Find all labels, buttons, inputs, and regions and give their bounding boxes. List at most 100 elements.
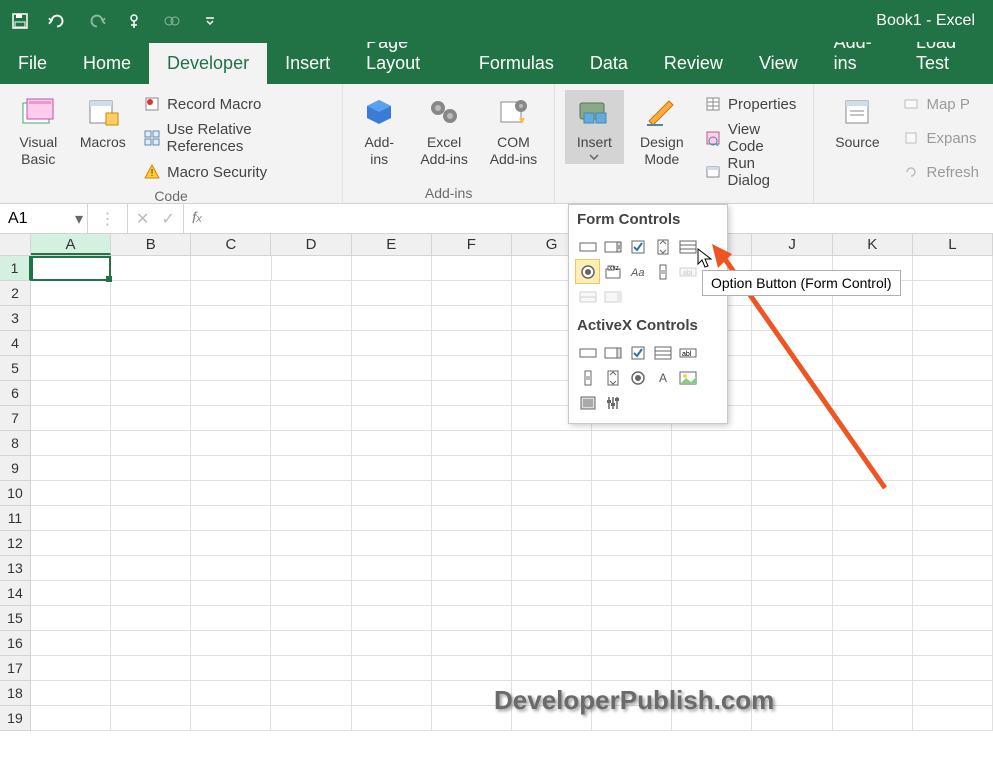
row-header[interactable]: 16 (0, 631, 31, 656)
cell[interactable] (913, 556, 993, 581)
cell[interactable] (432, 506, 512, 531)
cell[interactable] (191, 406, 271, 431)
combobox-form-control[interactable] (600, 234, 625, 259)
column-header[interactable]: J (752, 234, 832, 255)
tab-formulas[interactable]: Formulas (461, 43, 572, 84)
cell[interactable] (592, 606, 672, 631)
cell[interactable] (31, 381, 111, 406)
cell[interactable] (271, 481, 351, 506)
cell[interactable] (752, 381, 832, 406)
cell[interactable] (191, 656, 271, 681)
tab-insert[interactable]: Insert (267, 43, 348, 84)
cell[interactable] (31, 581, 111, 606)
cell[interactable] (512, 431, 592, 456)
cell[interactable] (752, 631, 832, 656)
cell[interactable] (271, 681, 351, 706)
cell[interactable] (191, 456, 271, 481)
row-header[interactable]: 3 (0, 306, 31, 331)
cell[interactable] (111, 631, 191, 656)
cell[interactable] (191, 531, 271, 556)
cell[interactable] (752, 481, 832, 506)
cell[interactable] (191, 331, 271, 356)
cell[interactable] (271, 606, 351, 631)
undo-icon[interactable] (48, 11, 68, 31)
cell[interactable] (111, 331, 191, 356)
cell[interactable] (592, 581, 672, 606)
cell[interactable] (913, 406, 993, 431)
cell[interactable] (913, 356, 993, 381)
cell[interactable] (352, 306, 432, 331)
row-header[interactable]: 9 (0, 456, 31, 481)
cell[interactable] (271, 456, 351, 481)
cell[interactable] (31, 656, 111, 681)
cell[interactable] (432, 306, 512, 331)
cell[interactable] (352, 656, 432, 681)
cell[interactable] (432, 631, 512, 656)
cell[interactable] (833, 656, 913, 681)
cell[interactable] (913, 606, 993, 631)
cell[interactable] (432, 456, 512, 481)
cell[interactable] (592, 531, 672, 556)
cell[interactable] (191, 506, 271, 531)
cell[interactable] (271, 506, 351, 531)
cell[interactable] (833, 506, 913, 531)
cell[interactable] (271, 356, 351, 381)
row-header[interactable]: 13 (0, 556, 31, 581)
cell[interactable] (31, 456, 111, 481)
cell[interactable] (352, 281, 432, 306)
cell[interactable] (271, 406, 351, 431)
cell[interactable] (352, 531, 432, 556)
combobox-activex[interactable] (600, 340, 625, 365)
cell[interactable] (913, 256, 993, 281)
cell[interactable] (111, 256, 191, 281)
view-code-button[interactable]: View Code (700, 124, 803, 152)
cell[interactable] (31, 506, 111, 531)
cell[interactable] (271, 531, 351, 556)
qat-extra-icon[interactable] (162, 11, 182, 31)
listbox-form-control[interactable] (675, 234, 700, 259)
cancel-formula-icon[interactable]: ✕ (136, 209, 149, 229)
cell[interactable] (111, 356, 191, 381)
cell[interactable] (833, 631, 913, 656)
checkbox-activex[interactable] (625, 340, 650, 365)
excel-addins-button[interactable]: Excel Add-ins (413, 90, 474, 168)
optionbutton-activex[interactable] (625, 365, 650, 390)
cell[interactable] (592, 506, 672, 531)
cell[interactable] (271, 581, 351, 606)
cell[interactable] (111, 431, 191, 456)
tab-view[interactable]: View (741, 43, 816, 84)
row-header[interactable]: 6 (0, 381, 31, 406)
scrollbar-form-control[interactable] (650, 259, 675, 284)
column-header[interactable]: L (913, 234, 993, 255)
morecontrols-activex[interactable] (600, 390, 625, 415)
cell[interactable] (191, 356, 271, 381)
cell[interactable] (432, 581, 512, 606)
cell[interactable] (833, 581, 913, 606)
cell[interactable] (191, 256, 271, 281)
scrollbar-activex[interactable] (575, 365, 600, 390)
cell[interactable] (191, 556, 271, 581)
select-all-corner[interactable] (0, 234, 31, 255)
cell[interactable] (111, 406, 191, 431)
cell[interactable] (592, 631, 672, 656)
row-header[interactable]: 8 (0, 431, 31, 456)
tab-file[interactable]: File (0, 43, 65, 84)
cell[interactable] (913, 631, 993, 656)
cell[interactable] (592, 481, 672, 506)
cell[interactable] (191, 481, 271, 506)
cell[interactable] (913, 381, 993, 406)
cell[interactable] (512, 581, 592, 606)
cell[interactable] (913, 656, 993, 681)
name-box-dropdown-icon[interactable]: ▾ (75, 209, 83, 229)
cell[interactable] (111, 681, 191, 706)
macro-security-button[interactable]: ! Macro Security (139, 158, 332, 186)
cell[interactable] (752, 306, 832, 331)
commandbutton-activex[interactable] (575, 340, 600, 365)
relative-references-button[interactable]: Use Relative References (139, 124, 332, 152)
cell[interactable] (352, 506, 432, 531)
row-header[interactable]: 14 (0, 581, 31, 606)
cell[interactable] (432, 656, 512, 681)
tab-review[interactable]: Review (646, 43, 741, 84)
row-header[interactable]: 18 (0, 681, 31, 706)
cell[interactable] (752, 456, 832, 481)
